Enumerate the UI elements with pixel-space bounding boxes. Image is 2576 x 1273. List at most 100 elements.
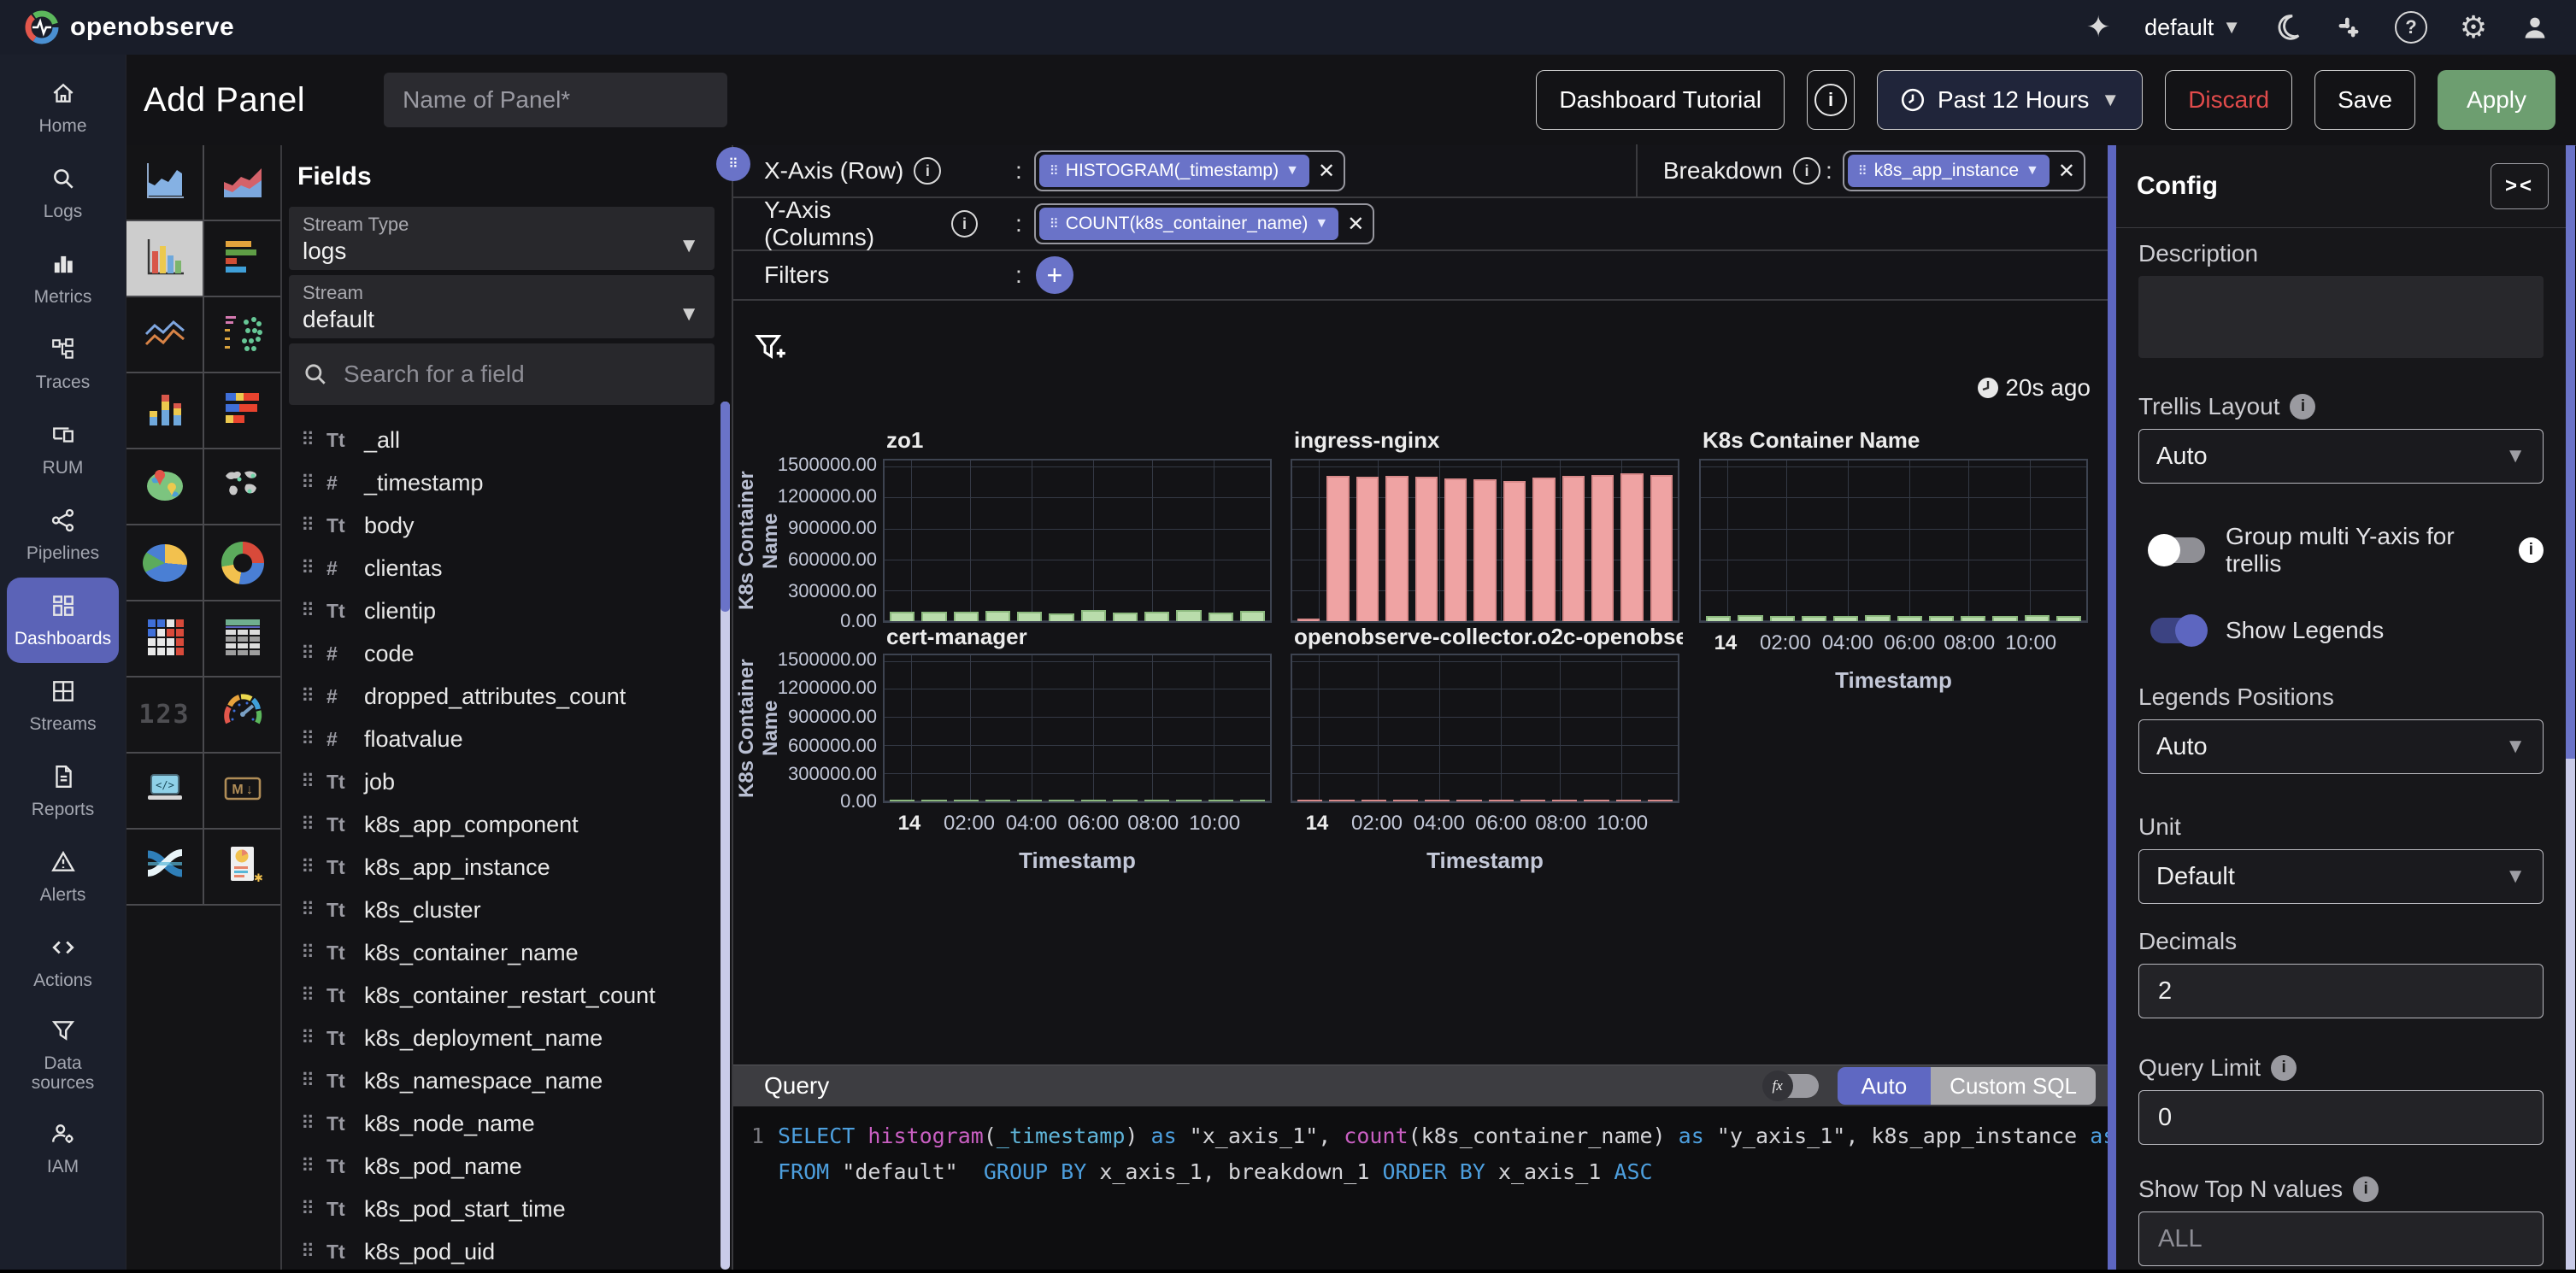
field-row-k8s_namespace_name[interactable]: ⠿Ttk8s_namespace_name <box>282 1059 726 1102</box>
drag-handle-icon[interactable]: ⠿ <box>301 1027 326 1049</box>
top-n-input[interactable] <box>2138 1211 2544 1266</box>
info-icon[interactable]: i <box>1793 157 1820 185</box>
y-axis-field-chip[interactable]: ⠿ COUNT(k8s_container_name) ▼ <box>1039 208 1338 240</box>
sidebar-item-iam[interactable]: IAM <box>0 1106 126 1191</box>
chart-type-stacked-bar-chart[interactable] <box>126 373 203 448</box>
show-legends-toggle[interactable] <box>2150 618 2205 643</box>
field-row-k8s_app_instance[interactable]: ⠿Ttk8s_app_instance <box>282 846 726 889</box>
field-row-clientip[interactable]: ⠿Ttclientip <box>282 590 726 632</box>
sql-editor[interactable]: 1SELECT histogram(_timestamp) as "x_axis… <box>733 1106 2108 1190</box>
chart-type-pie-chart[interactable] <box>126 525 203 600</box>
org-selector[interactable]: default ▼ <box>2144 15 2241 41</box>
chart-type-area-chart[interactable] <box>126 145 203 220</box>
field-row-k8s_pod_name[interactable]: ⠿Ttk8s_pod_name <box>282 1145 726 1188</box>
info-icon[interactable]: i <box>2353 1176 2379 1202</box>
panel-name-input[interactable] <box>384 73 727 127</box>
field-row-k8s_pod_start_time[interactable]: ⠿Ttk8s_pod_start_time <box>282 1188 726 1230</box>
group-multi-y-toggle[interactable] <box>2150 537 2205 563</box>
field-row-k8s_node_name[interactable]: ⠿Ttk8s_node_name <box>282 1102 726 1145</box>
gear-icon[interactable]: ⚙ <box>2458 12 2489 43</box>
field-row-job[interactable]: ⠿Ttjob <box>282 760 726 803</box>
dashboard-tutorial-button[interactable]: Dashboard Tutorial <box>1536 70 1785 130</box>
field-row-k8s_pod_uid[interactable]: ⠿Ttk8s_pod_uid <box>282 1230 726 1273</box>
chart-type-html-chart[interactable]: </> <box>126 754 203 828</box>
drag-handle-icon[interactable]: ⠿ <box>301 984 326 1006</box>
save-button[interactable]: Save <box>2314 70 2415 130</box>
sidebar-item-data-sources[interactable]: Datasources <box>0 1005 126 1106</box>
decimals-input[interactable] <box>2138 964 2544 1018</box>
chart-type-metric-text[interactable]: 123 <box>126 678 203 752</box>
drag-handle-icon[interactable]: ⠿ <box>301 1241 326 1263</box>
info-icon[interactable]: i <box>951 210 978 238</box>
drag-handle-icon[interactable]: ⠿ <box>301 472 326 494</box>
fields-scrollbar-thumb[interactable] <box>720 402 730 612</box>
stream-type-select[interactable]: Stream Type logs ▼ <box>289 207 715 270</box>
field-row-_all[interactable]: ⠿Tt_all <box>282 419 726 461</box>
field-row-code[interactable]: ⠿#code <box>282 632 726 675</box>
time-range-button[interactable]: Past 12 Hours ▼ <box>1877 70 2143 130</box>
drag-handle-icon[interactable]: ⠿ <box>301 557 326 579</box>
field-row-k8s_container_name[interactable]: ⠿Ttk8s_container_name <box>282 931 726 974</box>
add-filter-button[interactable]: + <box>1036 256 1073 294</box>
fx-function-toggle[interactable]: fx <box>1764 1074 1819 1098</box>
sparkle-icon[interactable]: ✦ <box>2083 12 2114 43</box>
collapse-fields-button[interactable]: ⠿ <box>716 147 750 181</box>
config-scrollbar-thumb[interactable] <box>2566 145 2575 759</box>
drag-handle-icon[interactable]: ⠿ <box>301 728 326 750</box>
sidebar-item-actions[interactable]: Actions <box>0 919 126 1005</box>
remove-breakdown-field-icon[interactable]: ✕ <box>2058 159 2075 184</box>
chart-type-maps-chart[interactable] <box>204 449 280 524</box>
auto-mode-button[interactable]: Auto <box>1838 1067 1932 1105</box>
sidebar-item-pipelines[interactable]: Pipelines <box>0 492 126 578</box>
drag-handle-icon[interactable]: ⠿ <box>301 899 326 921</box>
drag-handle-icon[interactable]: ⠿ <box>301 1155 326 1177</box>
field-row-k8s_cluster[interactable]: ⠿Ttk8s_cluster <box>282 889 726 931</box>
chart-type-custom-chart[interactable]: ✱ <box>204 830 280 904</box>
drag-handle-icon[interactable]: ⠿ <box>301 1112 326 1135</box>
remove-x-axis-field-icon[interactable]: ✕ <box>1318 159 1335 184</box>
drag-handle-icon[interactable]: ⠿ <box>301 942 326 964</box>
drag-handle-icon[interactable]: ⠿ <box>301 813 326 836</box>
drag-handle-icon[interactable]: ⠿ <box>301 1198 326 1220</box>
field-search-input[interactable] <box>342 360 670 389</box>
drag-handle-icon[interactable]: ⠿ <box>301 600 326 622</box>
sidebar-item-rum[interactable]: RUM <box>0 407 126 492</box>
sidebar-item-streams[interactable]: Streams <box>0 663 126 748</box>
panel-resizer[interactable] <box>2108 145 2116 1270</box>
chart-type-bar-chart[interactable] <box>126 221 203 296</box>
drag-handle-icon[interactable]: ⠿ <box>301 685 326 707</box>
drag-handle-icon[interactable]: ⠿ <box>301 514 326 537</box>
field-row-k8s_container_restart_count[interactable]: ⠿Ttk8s_container_restart_count <box>282 974 726 1017</box>
chart-type-donut-chart[interactable] <box>204 525 280 600</box>
chart-type-gauge-chart[interactable] <box>204 678 280 752</box>
chart-type-geomap-chart[interactable] <box>126 449 203 524</box>
drag-handle-icon[interactable]: ⠿ <box>301 771 326 793</box>
chart-type-sankey-chart[interactable] <box>126 830 203 904</box>
chart-type-heatmap-chart[interactable] <box>126 601 203 676</box>
legends-positions-select[interactable]: Auto▼ <box>2138 719 2544 774</box>
sidebar-item-alerts[interactable]: Alerts <box>0 834 126 919</box>
chart-type-markdown-chart[interactable]: M↓ <box>204 754 280 828</box>
stream-select[interactable]: Stream default ▼ <box>289 275 715 338</box>
info-button[interactable]: i <box>1807 70 1855 130</box>
discard-button[interactable]: Discard <box>2165 70 2292 130</box>
chart-type-horizontal-bar-chart[interactable] <box>204 221 280 296</box>
sidebar-item-logs[interactable]: Logs <box>0 150 126 236</box>
field-row-k8s_app_component[interactable]: ⠿Ttk8s_app_component <box>282 803 726 846</box>
field-row-_timestamp[interactable]: ⠿#_timestamp <box>282 461 726 504</box>
info-icon[interactable]: i <box>2271 1055 2297 1081</box>
apply-button[interactable]: Apply <box>2438 70 2555 130</box>
remove-y-axis-field-icon[interactable]: ✕ <box>1347 212 1364 237</box>
sidebar-item-metrics[interactable]: Metrics <box>0 236 126 321</box>
help-icon[interactable]: ? <box>2395 11 2427 44</box>
sidebar-item-reports[interactable]: Reports <box>0 748 126 834</box>
field-row-floatvalue[interactable]: ⠿#floatvalue <box>282 718 726 760</box>
sidebar-item-home[interactable]: Home <box>0 65 126 150</box>
trellis-layout-select[interactable]: Auto▼ <box>2138 429 2544 484</box>
field-row-k8s_deployment_name[interactable]: ⠿Ttk8s_deployment_name <box>282 1017 726 1059</box>
info-icon[interactable]: i <box>914 157 941 185</box>
filter-funnel-icon[interactable] <box>752 330 786 368</box>
description-textarea[interactable] <box>2138 276 2544 358</box>
drag-handle-icon[interactable]: ⠿ <box>301 642 326 665</box>
slack-icon[interactable] <box>2333 12 2364 43</box>
